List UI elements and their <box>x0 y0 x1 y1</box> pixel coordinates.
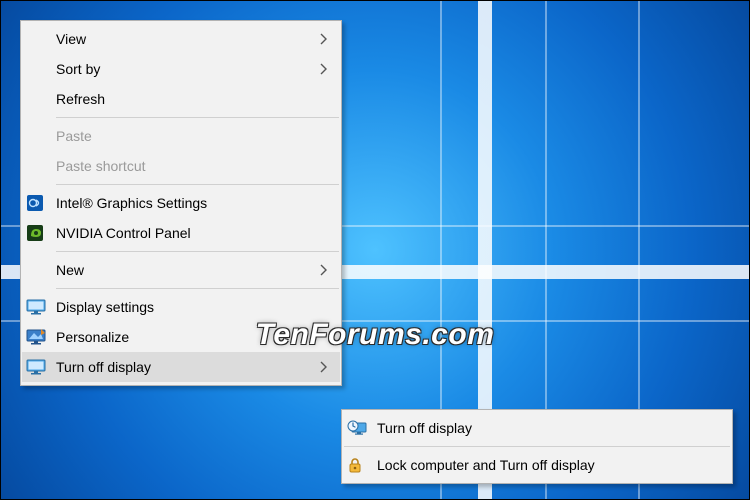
blank-icon <box>26 58 56 80</box>
submenu-item-lock-and-turn-off[interactable]: Lock computer and Turn off display <box>343 450 731 480</box>
menu-item-display-settings[interactable]: Display settings <box>22 292 340 322</box>
intel-icon <box>26 192 56 214</box>
menu-item-nvidia-control-panel[interactable]: NVIDIA Control Panel <box>22 218 340 248</box>
blank-icon <box>26 125 56 147</box>
menu-label: NVIDIA Control Panel <box>56 225 320 241</box>
menu-item-sort-by[interactable]: Sort by <box>22 54 340 84</box>
chevron-right-icon <box>320 63 332 75</box>
chevron-right-icon <box>320 361 332 373</box>
menu-separator <box>56 117 339 118</box>
menu-label: Turn off display <box>377 420 711 436</box>
menu-label: New <box>56 262 320 278</box>
monitor-icon <box>26 296 56 318</box>
clock-monitor-icon <box>347 417 377 439</box>
menu-label: Paste shortcut <box>56 158 320 174</box>
blank-icon <box>26 155 56 177</box>
menu-item-personalize[interactable]: Personalize <box>22 322 340 352</box>
menu-separator <box>56 184 339 185</box>
menu-separator <box>56 251 339 252</box>
submenu-item-turn-off-display[interactable]: Turn off display <box>343 413 731 443</box>
menu-label: View <box>56 31 320 47</box>
blank-icon <box>26 28 56 50</box>
menu-item-intel-graphics[interactable]: Intel® Graphics Settings <box>22 188 340 218</box>
blank-icon <box>26 259 56 281</box>
menu-label: Intel® Graphics Settings <box>56 195 320 211</box>
blank-icon <box>26 88 56 110</box>
menu-label: Paste <box>56 128 320 144</box>
menu-item-paste: Paste <box>22 121 340 151</box>
personalize-icon <box>26 326 56 348</box>
menu-label: Turn off display <box>56 359 320 375</box>
menu-item-refresh[interactable]: Refresh <box>22 84 340 114</box>
nvidia-icon <box>26 222 56 244</box>
menu-item-turn-off-display[interactable]: Turn off display <box>22 352 340 382</box>
menu-label: Personalize <box>56 329 320 345</box>
menu-label: Display settings <box>56 299 320 315</box>
menu-separator <box>56 288 339 289</box>
menu-item-new[interactable]: New <box>22 255 340 285</box>
menu-item-paste-shortcut: Paste shortcut <box>22 151 340 181</box>
menu-label: Lock computer and Turn off display <box>377 457 711 473</box>
menu-label: Refresh <box>56 91 320 107</box>
chevron-right-icon <box>320 264 332 276</box>
menu-separator <box>344 446 730 447</box>
turn-off-display-submenu: Turn off display Lock computer and Turn … <box>341 409 733 484</box>
desktop-context-menu: View Sort by Refresh Paste Paste shortcu… <box>20 20 342 386</box>
chevron-right-icon <box>320 33 332 45</box>
monitor-off-icon <box>26 356 56 378</box>
menu-label: Sort by <box>56 61 320 77</box>
menu-item-view[interactable]: View <box>22 24 340 54</box>
lock-icon <box>347 454 377 476</box>
